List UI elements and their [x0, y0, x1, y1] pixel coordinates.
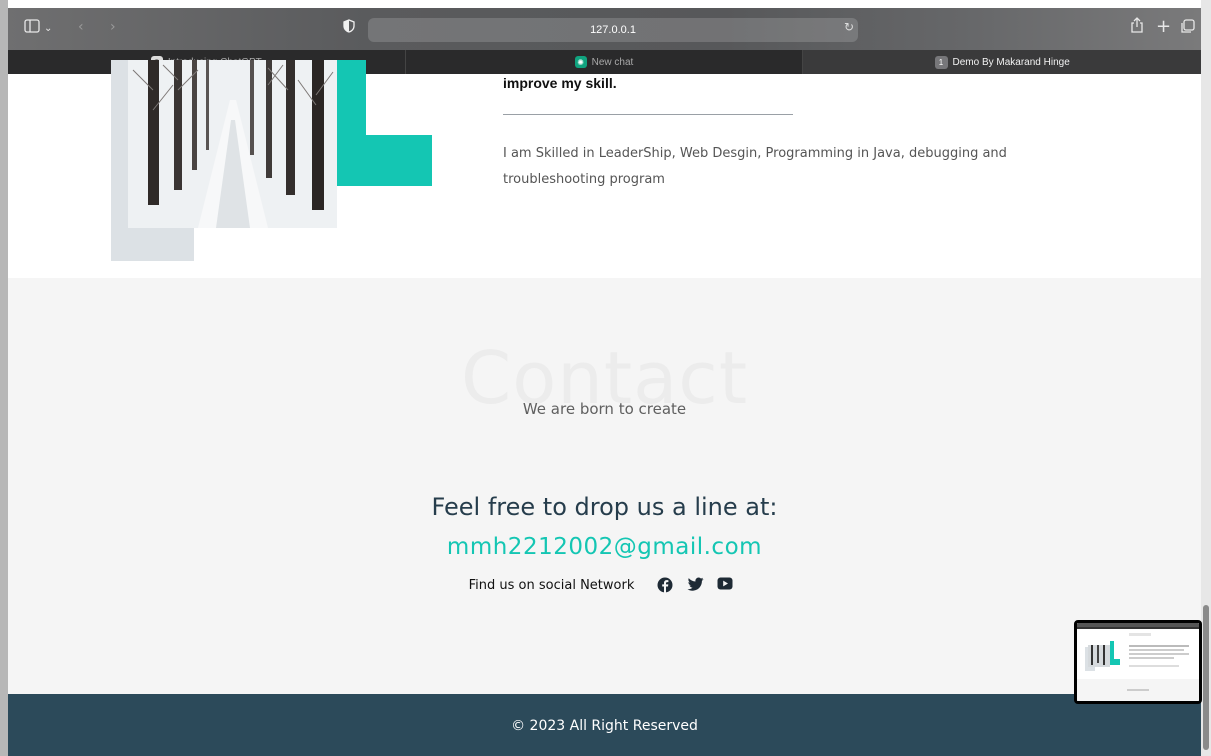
decor-teal-bar	[337, 60, 366, 140]
social-label: Find us on social Network	[468, 577, 635, 593]
tab-label: New chat	[591, 56, 634, 68]
site-footer: © 2023 All Right Reserved	[8, 694, 1201, 756]
facebook-icon[interactable]	[657, 577, 673, 593]
tab-label: Demo By Makarand Hinge	[952, 56, 1070, 68]
contact-drop-line: Feel free to drop us a line at:	[431, 493, 778, 521]
tabs-overview-icon[interactable]	[1180, 19, 1195, 40]
reload-icon[interactable]: ↻	[844, 20, 854, 34]
tab-badge: 1	[934, 55, 948, 69]
about-divider	[503, 114, 793, 115]
youtube-icon[interactable]	[717, 577, 733, 593]
footer-copyright: © 2023 All Right Reserved	[511, 718, 698, 734]
sidebar-icon[interactable]	[24, 19, 40, 39]
contact-subtitle: We are born to create	[522, 400, 687, 418]
decor-teal-block	[337, 135, 432, 186]
tab-new-chat[interactable]: ✺ New chat	[406, 50, 804, 74]
openai-icon: ✺	[574, 56, 587, 68]
back-icon[interactable]: ‹	[78, 17, 84, 37]
twitter-icon[interactable]	[687, 577, 704, 593]
about-text: I am Skilled in LeaderShip, Web Desgin, …	[503, 146, 1007, 187]
browser-toolbar: ⌄ ‹ › 127.0.0.1 ↻ +	[8, 8, 1201, 50]
contact-section: Contact We are born to create Feel free …	[8, 278, 1201, 694]
address-bar[interactable]: 127.0.0.1	[368, 18, 858, 42]
chevron-down-icon[interactable]: ⌄	[44, 19, 52, 39]
shield-icon[interactable]	[343, 19, 355, 39]
contact-email-link[interactable]: mmh2212002@gmail.com	[8, 534, 1201, 560]
screenshot-thumbnail[interactable]	[1074, 620, 1202, 704]
forward-icon[interactable]: ›	[110, 17, 116, 37]
about-heading: improve my skill.	[503, 75, 617, 91]
scrollbar-thumb[interactable]	[1203, 605, 1209, 750]
social-row: Find us on social Network	[8, 577, 1201, 593]
tab-demo[interactable]: 1 Demo By Makarand Hinge	[803, 50, 1201, 74]
share-icon[interactable]	[1130, 17, 1144, 39]
winter-trees-photo	[128, 60, 337, 228]
plus-icon[interactable]: +	[1156, 17, 1171, 37]
browser-window: ⌄ ‹ › 127.0.0.1 ↻ + ✺ Introducing ChatGP…	[0, 0, 1211, 756]
desktop-edge	[0, 0, 8, 756]
